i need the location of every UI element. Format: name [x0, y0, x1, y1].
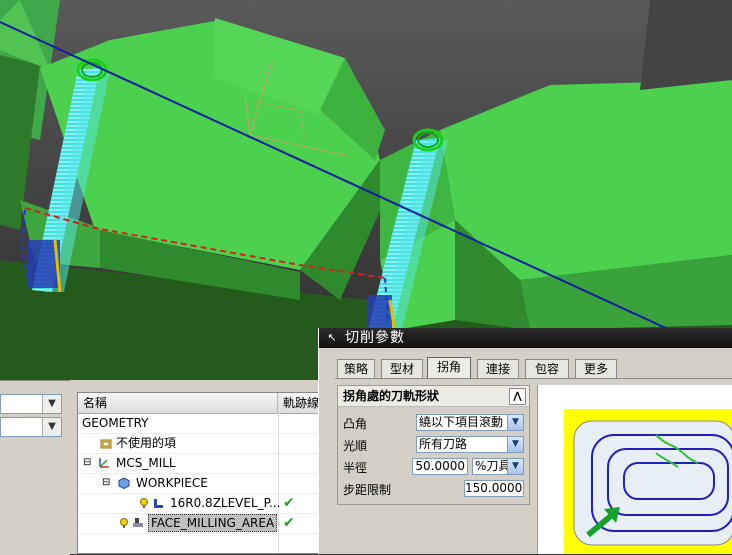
corner-preview-illustration [537, 385, 732, 554]
warning-light-icon [140, 498, 148, 508]
tab-more[interactable]: 更多 [575, 359, 617, 378]
tree-row-label: 16R0.8ZLEVEL_P... [170, 496, 281, 510]
step-limit-label: 步距限制 [343, 483, 392, 497]
tab-underline [335, 378, 732, 379]
group-title: 拐角處的刀軌形狀 [343, 389, 440, 403]
filter-dropdown-2[interactable]: ▼ [0, 417, 62, 437]
dialog-title-bar[interactable]: ↖ 切削參數 [319, 328, 732, 348]
mcs-icon [99, 458, 109, 468]
chevron-up-icon[interactable]: ⋀ [509, 388, 526, 405]
radius-label: 半徑 [343, 461, 368, 475]
collapse-toggle-icon[interactable]: ⊟ [102, 473, 110, 493]
corner-shape-group: 拐角處的刀軌形狀 ⋀ 凸角 繞以下項目滾動 ▼ 光順 所有刀路 ▼ 半徑 50.… [337, 385, 530, 505]
tab-containment[interactable]: 包容 [525, 359, 569, 378]
smoothing-value: 所有刀路 [419, 437, 468, 451]
tree-row-label: GEOMETRY [82, 416, 149, 430]
chevron-down-icon[interactable]: ▼ [507, 437, 523, 452]
tree-row-label: 不使用的項 [116, 436, 177, 450]
chevron-down-icon[interactable]: ▼ [42, 395, 61, 413]
group-header[interactable]: 拐角處的刀軌形狀 ⋀ [338, 386, 529, 407]
tree-row-label: WORKPIECE [136, 476, 208, 490]
radius-input[interactable]: 50.0000 [412, 458, 468, 475]
radius-row: 半徑 50.0000 %刀具 ▼ [338, 457, 529, 477]
zlevel-operation-icon [154, 499, 163, 508]
tree-row-label: FACE_MILLING_AREA [148, 514, 278, 532]
left-filter-panel: ▼ ▼ [0, 380, 70, 555]
column-header-path[interactable]: 軌跡線 [278, 393, 319, 413]
convex-corner-value: 繞以下項目滾動 [419, 415, 504, 429]
radius-unit-select[interactable]: %刀具 ▼ [472, 458, 524, 475]
chevron-down-icon[interactable]: ▼ [507, 415, 523, 430]
column-header-name[interactable]: 名稱 [78, 393, 278, 413]
folder-icon [100, 439, 112, 449]
operation-navigator[interactable]: 名稱 軌跡線 GEOMETRY 不使用的項 ⊟ MCS_MILL ⊟ WORKP… [77, 392, 320, 554]
tree-row-workpiece[interactable]: ⊟ WORKPIECE [78, 473, 319, 494]
face-milling-operation-icon [133, 518, 143, 527]
step-limit-input[interactable]: 150.0000 [464, 480, 524, 497]
tree-row-unused-items[interactable]: 不使用的項 [78, 433, 319, 454]
tree-row-mcs-mill[interactable]: ⊟ MCS_MILL [78, 453, 319, 474]
convex-corner-select[interactable]: 繞以下項目滾動 ▼ [416, 414, 524, 431]
radius-unit-value: %刀具 [475, 459, 511, 473]
tree-row-zlevel-operation[interactable]: 16R0.8ZLEVEL_P... ✔ [78, 493, 319, 514]
tree-row-geometry[interactable]: GEOMETRY [78, 413, 319, 434]
panel-splitter[interactable] [70, 380, 77, 554]
convex-corner-label: 凸角 [343, 417, 368, 431]
pin-icon[interactable]: ↖ [325, 331, 339, 345]
smoothing-label: 光順 [343, 439, 368, 453]
tab-corners[interactable]: 拐角 [427, 357, 471, 379]
collapse-toggle-icon[interactable]: ⊟ [83, 453, 91, 473]
workpiece-icon [118, 477, 130, 489]
navigator-top-bar [77, 380, 320, 392]
graphics-viewport[interactable] [0, 0, 732, 380]
chevron-down-icon[interactable]: ▼ [507, 459, 523, 474]
tree-row-face-milling-operation[interactable]: FACE_MILLING_AREA ✔ [78, 513, 319, 534]
path-status-check-icon: ✔ [283, 515, 295, 531]
dialog-title: 切削參數 [345, 330, 405, 346]
smoothing-select[interactable]: 所有刀路 ▼ [416, 436, 524, 453]
tab-strategy[interactable]: 策略 [337, 359, 375, 378]
tab-stock[interactable]: 型材 [381, 359, 423, 378]
path-status-check-icon: ✔ [283, 495, 295, 511]
tree-row-label: MCS_MILL [116, 456, 176, 470]
tab-connections[interactable]: 連接 [477, 359, 519, 378]
filter-dropdown-1[interactable]: ▼ [0, 394, 62, 414]
warning-light-icon [120, 518, 128, 528]
step-limit-row: 步距限制 150.0000 [338, 479, 529, 499]
convex-corner-row: 凸角 繞以下項目滾動 ▼ [338, 413, 529, 433]
navigator-header: 名稱 軌跡線 [78, 393, 319, 414]
cutting-parameters-dialog: ↖ 切削參數 策略 型材 拐角 連接 包容 更多 拐角處的刀軌形狀 ⋀ 凸角 繞… [318, 328, 732, 554]
chevron-down-icon[interactable]: ▼ [42, 418, 61, 436]
smoothing-row: 光順 所有刀路 ▼ [338, 435, 529, 455]
